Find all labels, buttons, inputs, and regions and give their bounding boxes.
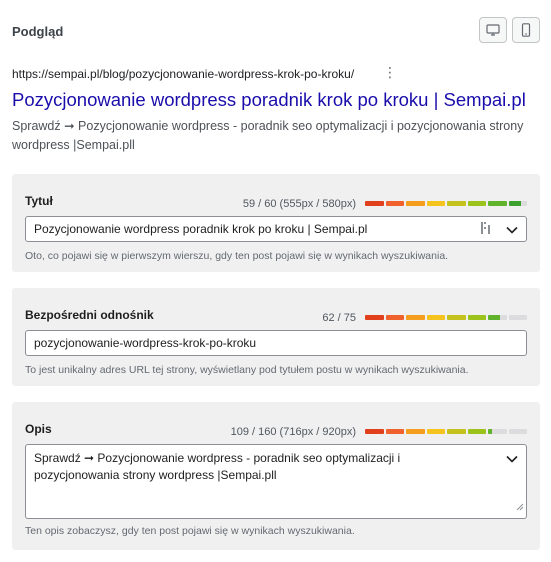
meter-segment <box>447 429 466 434</box>
meter-segment <box>406 201 425 206</box>
slug-input[interactable]: pozycjonowanie-wordpress-krok-po-kroku <box>25 330 527 356</box>
meter-fill <box>385 429 404 434</box>
meter-segment <box>467 429 486 434</box>
slug-counter: 62 / 75 <box>322 312 356 324</box>
meter-segment <box>385 315 404 320</box>
title-counter: 59 / 60 (555px / 580px) <box>242 198 356 210</box>
more-options-icon[interactable]: ⋮ <box>383 65 397 79</box>
title-input-value: Pozycjonowanie wordpress poradnik krok p… <box>34 222 368 236</box>
title-length-meter <box>365 201 527 206</box>
meter-segment <box>488 315 507 320</box>
meter-fill <box>365 201 384 206</box>
serp-title[interactable]: Pozycjonowanie wordpress poradnik krok p… <box>12 89 526 111</box>
mobile-preview-button[interactable] <box>512 17 540 43</box>
slug-input-value: pozycjonowanie-wordpress-krok-po-kroku <box>34 336 257 350</box>
slug-label: Bezpośredni odnośnik <box>25 308 154 322</box>
meter-fill <box>426 429 445 434</box>
meter-segment <box>426 201 445 206</box>
meter-segment <box>447 201 466 206</box>
meter-fill <box>385 201 404 206</box>
meter-fill <box>467 201 486 206</box>
meter-segment <box>467 315 486 320</box>
resize-handle-icon[interactable] <box>516 499 524 516</box>
slug-help-text: To jest unikalny adres URL tej strony, w… <box>25 364 469 376</box>
description-textarea-value: Sprawdź ➞ Pozycjonowanie wordpress - por… <box>34 451 401 482</box>
meter-fill <box>447 315 466 320</box>
meter-segment <box>365 201 384 206</box>
description-textarea[interactable]: Sprawdź ➞ Pozycjonowanie wordpress - por… <box>25 444 527 519</box>
meter-segment <box>488 429 507 434</box>
meter-fill <box>365 429 384 434</box>
desktop-preview-button[interactable] <box>479 17 507 43</box>
meter-fill <box>447 201 466 206</box>
meter-fill <box>488 201 507 206</box>
meter-segment <box>508 315 527 320</box>
meter-segment <box>385 201 404 206</box>
meter-fill <box>426 315 445 320</box>
title-panel: Tytuł 59 / 60 (555px / 580px) Pozycjonow… <box>12 174 540 272</box>
meter-fill <box>508 201 522 206</box>
meter-segment <box>385 429 404 434</box>
meter-segment <box>426 315 445 320</box>
meter-segment <box>426 429 445 434</box>
meter-segment <box>447 315 466 320</box>
title-input[interactable]: Pozycjonowanie wordpress poradnik krok p… <box>25 216 527 242</box>
meter-fill <box>385 315 404 320</box>
meter-fill <box>426 201 445 206</box>
meter-segment <box>508 429 527 434</box>
meter-fill <box>488 429 493 434</box>
meter-segment <box>365 315 384 320</box>
meter-segment <box>467 201 486 206</box>
slug-length-meter <box>365 315 527 320</box>
description-length-meter <box>365 429 527 434</box>
meter-fill <box>488 315 500 320</box>
serp-description: Sprawdź ➞ Pozycjonowanie wordpress - por… <box>12 119 524 152</box>
meter-fill <box>406 315 425 320</box>
serp-url: https://sempai.pl/blog/pozycjonowanie-wo… <box>12 67 355 81</box>
meter-fill <box>467 429 486 434</box>
meter-fill <box>406 201 425 206</box>
chevron-down-icon[interactable] <box>506 451 518 468</box>
variables-icon[interactable] <box>480 221 492 238</box>
description-label: Opis <box>25 422 52 436</box>
mobile-icon <box>521 23 531 37</box>
meter-segment <box>508 201 527 206</box>
meter-fill <box>467 315 486 320</box>
title-label: Tytuł <box>25 194 53 208</box>
slug-panel: Bezpośredni odnośnik 62 / 75 pozycjonowa… <box>12 288 540 386</box>
meter-fill <box>447 429 466 434</box>
description-help-text: Ten opis zobaczysz, gdy ten post pojawi … <box>25 525 355 537</box>
title-help-text: Oto, co pojawi się w pierwszym wierszu, … <box>25 250 449 262</box>
description-panel: Opis 109 / 160 (716px / 920px) Sprawdź ➞… <box>12 402 540 550</box>
meter-segment <box>365 429 384 434</box>
chevron-down-icon[interactable] <box>506 223 518 237</box>
description-counter: 109 / 160 (716px / 920px) <box>230 426 356 438</box>
meter-fill <box>406 429 425 434</box>
meter-segment <box>406 429 425 434</box>
desktop-icon <box>486 24 500 36</box>
preview-heading: Podgląd <box>12 24 64 39</box>
meter-segment <box>406 315 425 320</box>
meter-fill <box>365 315 384 320</box>
meter-segment <box>488 201 507 206</box>
